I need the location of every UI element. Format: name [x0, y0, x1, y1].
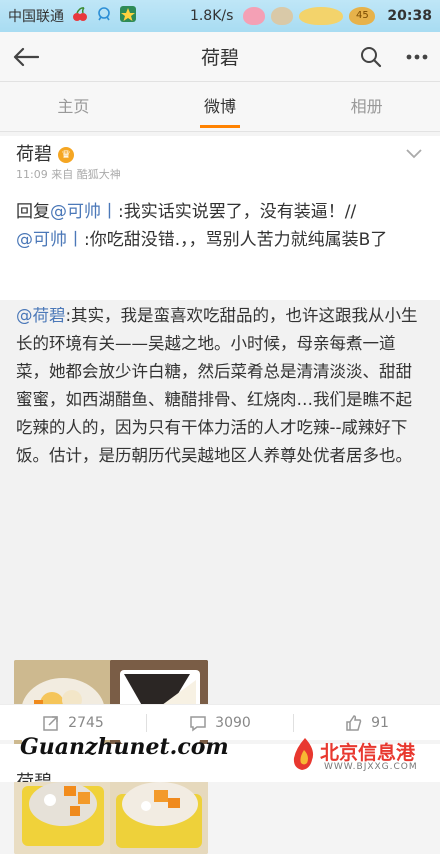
bear-sticker-icon [271, 7, 294, 25]
back-button[interactable] [0, 32, 52, 82]
thumbs-up-icon [346, 714, 362, 731]
qq-icon [96, 6, 112, 26]
repost-count: 2745 [68, 714, 104, 731]
more-icon [406, 54, 428, 59]
post-text: 回复@可帅丨:我实话实说罢了，没有装逼！// @可帅丨:你吃甜没错.，，骂别人苦… [16, 198, 426, 254]
tab-home[interactable]: 主页 [0, 82, 147, 132]
mention-link[interactable]: @可帅丨 [16, 230, 84, 250]
star-app-icon [120, 6, 136, 26]
mention-link[interactable]: @荷碧 [16, 306, 66, 325]
post-meta: 11:09 来自 酷狐大神 [16, 168, 121, 181]
next-post-author[interactable]: 荷碧 [16, 768, 52, 782]
like-button[interactable]: 91 [294, 714, 440, 732]
cherry-icon [72, 6, 88, 26]
repost-button[interactable]: 2745 [0, 714, 146, 732]
clock: 20:38 [387, 8, 432, 24]
author-name[interactable]: 荷碧 [16, 144, 52, 165]
quoted-text: @荷碧:其实，我是蛮喜欢吃甜品的，也许这跟我从小生长的环境有关——吴越之地。小时… [16, 302, 428, 470]
flame-logo-icon [293, 738, 314, 770]
post-menu-button[interactable] [406, 144, 422, 163]
repost-icon [43, 715, 58, 731]
post-author[interactable]: 荷碧 ♛ [16, 140, 74, 166]
post-card[interactable]: 荷碧 ♛ 11:09 来自 酷狐大神 回复@可帅丨:我实话实说罢了，没有装逼！//… [0, 136, 440, 854]
more-button[interactable] [394, 32, 440, 82]
logo-watermark: 北京信息港 WWW.BJXXG.COM [290, 732, 436, 778]
quoted-post[interactable]: @荷碧:其实，我是蛮喜欢吃甜品的，也许这跟我从小生长的环境有关——吴越之地。小时… [0, 300, 440, 854]
search-button[interactable] [348, 32, 394, 82]
badge-icon: 45 [349, 7, 376, 25]
carrier-label: 中国联通 [8, 9, 64, 25]
comment-button[interactable]: 3090 [147, 714, 293, 732]
page-title: 荷碧 [200, 47, 239, 69]
like-count: 91 [371, 714, 389, 731]
logo-text: 北京信息港 [320, 742, 416, 764]
search-icon [361, 46, 382, 67]
chevron-down-icon [406, 149, 422, 159]
tab-weibo[interactable]: 微博 [147, 82, 294, 132]
tab-album[interactable]: 相册 [293, 82, 440, 132]
site-watermark: Guanzhunet.com [20, 734, 229, 760]
mention-link[interactable]: @可帅丨 [50, 202, 118, 222]
pig-sticker-icon [243, 7, 266, 25]
cat-sticker-icon [299, 7, 344, 25]
top-bar: 荷碧 [0, 32, 440, 82]
quoted-body: :其实，我是蛮喜欢吃甜品的，也许这跟我从小生长的环境有关——吴越之地。小时候，母… [16, 306, 418, 465]
arrow-left-icon [13, 47, 39, 66]
reply-text: :我实话实说罢了，没有装逼！// [118, 202, 357, 222]
logo-subtext: WWW.BJXXG.COM [324, 762, 418, 772]
status-bar: 中国联通 1.8K/s 45 20:38 [0, 0, 440, 32]
comment-icon [190, 715, 206, 731]
profile-tabs: 主页 微博 相册 [0, 82, 440, 132]
network-speed: 1.8K/s [189, 8, 234, 24]
vip-crown-icon: ♛ [58, 147, 74, 163]
comment-count: 3090 [215, 714, 251, 731]
reply-prefix: 回复 [16, 202, 50, 222]
reply-text: :你吃甜没错.，，骂别人苦力就纯属装B了 [84, 230, 388, 250]
